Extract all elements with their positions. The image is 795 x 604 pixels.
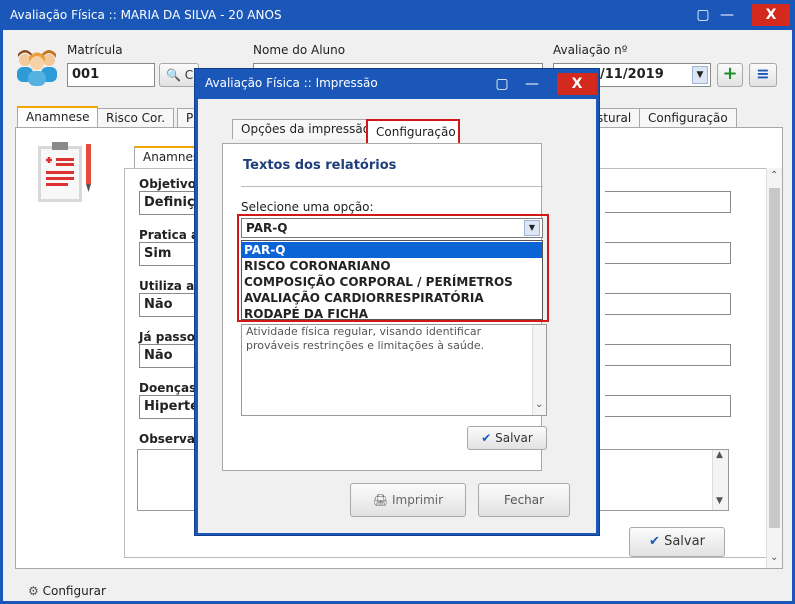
- scroll-up-icon[interactable]: ▲: [716, 450, 723, 460]
- opcao-list: PAR-Q RISCO CORONARIANO COMPOSIÇÃO CORPO…: [241, 240, 543, 322]
- students-avatar-icon: [13, 46, 61, 86]
- dialog-title: Avaliação Física :: Impressão: [205, 76, 378, 90]
- ja-passou-input[interactable]: Não: [139, 344, 199, 368]
- matricula-label: Matrícula: [67, 43, 123, 57]
- check-icon: ✔: [649, 534, 660, 549]
- dialog-close-button[interactable]: X: [557, 73, 597, 95]
- gears-icon: ⚙: [28, 584, 39, 598]
- dialog-body: Opções da impressão Configuração Textos …: [198, 99, 596, 533]
- search-button[interactable]: 🔍 C: [159, 63, 199, 87]
- printer-icon: 🖨: [372, 493, 389, 507]
- scroll-thumb[interactable]: [769, 188, 780, 528]
- check-icon: ✔: [481, 431, 492, 445]
- imprimir-button[interactable]: 🖨 Imprimir: [350, 483, 466, 517]
- tab-anamnese[interactable]: Anamnese: [17, 106, 99, 128]
- tab-configuracao[interactable]: Configuração: [639, 108, 737, 128]
- objetivos-input[interactable]: Definiçã: [139, 191, 199, 215]
- scroll-up-icon[interactable]: ⌃: [770, 170, 778, 181]
- scroll-down-icon[interactable]: ▼: [716, 496, 723, 506]
- heading-divider: [241, 186, 543, 187]
- select-label: Selecione uma opção:: [241, 200, 374, 214]
- restore-icon[interactable]: ▢: [692, 4, 714, 26]
- main-minimize-button[interactable]: —: [712, 4, 742, 26]
- menu-button[interactable]: ≡: [749, 63, 777, 87]
- doencas-input[interactable]: Hiperten: [139, 395, 199, 419]
- list-item-parq[interactable]: PAR-Q: [242, 242, 542, 258]
- chevron-down-icon[interactable]: ▼: [692, 66, 708, 84]
- select-highlight: PAR-Q ▼ PAR-Q RISCO CORONARIANO COMPOSIÇ…: [237, 214, 549, 322]
- chevron-down-icon[interactable]: ▼: [524, 220, 540, 236]
- tab-postural[interactable]: stural: [597, 108, 641, 128]
- fechar-button[interactable]: Fechar: [478, 483, 570, 517]
- configurar-link[interactable]: ⚙ Configurar: [28, 584, 106, 598]
- search-icon: 🔍: [166, 68, 181, 82]
- pratica-input[interactable]: Sim: [139, 242, 199, 266]
- main-title-bar: Avaliação Física :: MARIA DA SILVA - 20 …: [0, 0, 795, 30]
- dialog-minimize-button[interactable]: —: [517, 73, 547, 95]
- configuracao-panel: Textos dos relatórios Selecione uma opçã…: [222, 143, 549, 471]
- list-item-risco[interactable]: RISCO CORONARIANO: [242, 258, 542, 274]
- observacoes-scrollbar[interactable]: ▲ ▼: [712, 450, 728, 510]
- tab-opcoes-impressao[interactable]: Opções da impressão: [232, 119, 380, 139]
- doencas-input-end[interactable]: [605, 395, 731, 417]
- panel-scrollbar[interactable]: ⌃ ⌄: [766, 168, 782, 568]
- utiliza-input[interactable]: Não: [139, 293, 199, 317]
- dialog-salvar-button[interactable]: ✔ Salvar: [467, 426, 547, 450]
- utiliza-input-end[interactable]: [605, 293, 731, 315]
- main-close-button[interactable]: X: [752, 4, 790, 26]
- list-item-cardio[interactable]: AVALIAÇÃO CARDIORRESPIRATÓRIA: [242, 290, 542, 306]
- clipboard-icon: [36, 140, 96, 206]
- ja-passou-input-end[interactable]: [605, 344, 731, 366]
- opcao-select[interactable]: PAR-Q ▼: [241, 218, 543, 238]
- objetivos-input-end[interactable]: [605, 191, 731, 213]
- avaliacao-label: Avaliação nº: [553, 43, 628, 57]
- texto-scrollbar[interactable]: ⌄: [532, 325, 546, 415]
- nome-label: Nome do Aluno: [253, 43, 346, 57]
- pratica-input-end[interactable]: [605, 242, 731, 264]
- add-button[interactable]: +: [717, 63, 743, 87]
- tab-risco-cor[interactable]: Risco Cor.: [97, 108, 175, 128]
- list-item-rodape[interactable]: RODAPÉ DA FICHA: [242, 306, 542, 322]
- main-salvar-button[interactable]: ✔ Salvar: [629, 527, 725, 557]
- tab-configuracao-dialog[interactable]: Configuração: [366, 119, 460, 145]
- impressao-dialog: Avaliação Física :: Impressão ▢ — X Opçõ…: [194, 68, 600, 536]
- textos-heading: Textos dos relatórios: [243, 158, 397, 173]
- texto-textarea[interactable]: Atividade física regular, visando identi…: [241, 324, 547, 416]
- main-window-title: Avaliação Física :: MARIA DA SILVA - 20 …: [10, 8, 282, 22]
- scroll-down-icon[interactable]: ⌄: [535, 399, 543, 410]
- dialog-restore-icon[interactable]: ▢: [491, 73, 513, 95]
- list-item-composicao[interactable]: COMPOSIÇÃO CORPORAL / PERÍMETROS: [242, 274, 542, 290]
- texto-content: Atividade física regular, visando identi…: [246, 325, 485, 352]
- matricula-input[interactable]: 001: [67, 63, 155, 87]
- scroll-down-icon[interactable]: ⌄: [770, 552, 778, 563]
